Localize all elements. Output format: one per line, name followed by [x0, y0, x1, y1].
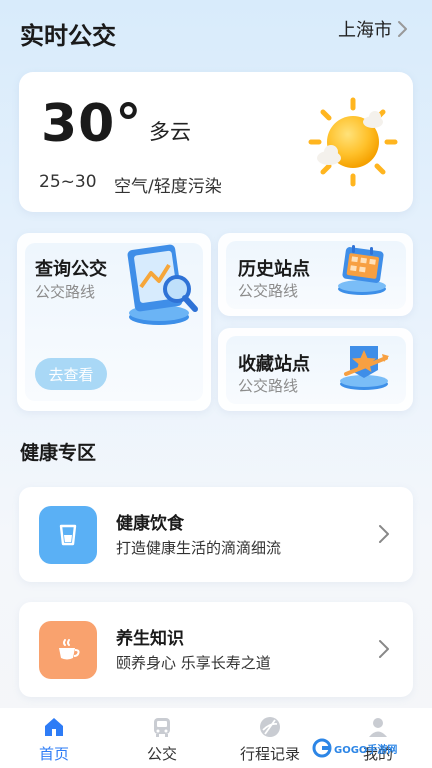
health-knowledge-card[interactable]: 养生知识 颐养身心 乐享长寿之道 — [19, 602, 413, 697]
page-title: 实时公交 — [20, 22, 116, 50]
history-stops-card[interactable]: 历史站点 公交路线 — [218, 233, 413, 316]
query-bus-card[interactable]: 查询公交 公交路线 去查看 — [17, 233, 211, 411]
tab-label: 首页 — [38, 745, 69, 763]
record-icon — [260, 717, 280, 737]
tab-trip-record[interactable]: 行程记录 — [216, 708, 324, 768]
bus-icon — [154, 718, 170, 737]
search-chart-icon — [127, 244, 198, 325]
temperature: 30° — [41, 94, 143, 154]
temperature-range: 25~30 — [39, 172, 97, 192]
card-title: 收藏站点 — [238, 354, 310, 375]
profile-icon — [369, 718, 387, 737]
card-title: 健康饮食 — [116, 514, 184, 534]
card-subtitle: 颐养身心 乐享长寿之道 — [116, 654, 271, 672]
chevron-right-icon — [398, 21, 407, 37]
weather-card: 30° 多云 25~30 空气/轻度污染 — [19, 72, 413, 212]
section-title: 健康专区 — [20, 442, 97, 464]
tab-label: 行程记录 — [239, 745, 300, 763]
home-icon — [45, 718, 63, 736]
chevron-right-icon — [379, 525, 389, 543]
card-subtitle: 公交路线 — [238, 377, 299, 395]
star-badge-icon — [340, 346, 389, 390]
chevron-right-icon — [379, 640, 389, 658]
weather-condition: 多云 — [149, 120, 191, 144]
tea-icon — [39, 621, 97, 679]
tab-bus[interactable]: 公交 — [108, 708, 216, 768]
healthy-diet-card[interactable]: 健康饮食 打造健康生活的滴滴细流 — [19, 487, 413, 582]
tab-label: 公交 — [146, 745, 177, 763]
go-view-button[interactable]: 去查看 — [35, 358, 107, 390]
card-title: 养生知识 — [116, 629, 184, 649]
partly-cloudy-icon — [308, 97, 398, 187]
card-subtitle: 公交路线 — [35, 283, 96, 301]
watermark: GOGO手游网 — [312, 737, 400, 759]
air-quality: 空气/轻度污染 — [114, 177, 222, 197]
header: 实时公交 上海市 — [0, 0, 432, 62]
tab-home[interactable]: 首页 — [0, 708, 108, 768]
cup-icon — [39, 506, 97, 564]
card-title: 查询公交 — [35, 259, 107, 280]
city-label: 上海市 — [338, 20, 392, 41]
card-subtitle: 公交路线 — [238, 282, 299, 300]
card-subtitle: 打造健康生活的滴滴细流 — [116, 539, 282, 557]
city-selector[interactable]: 上海市 — [338, 16, 410, 42]
card-title: 历史站点 — [238, 259, 310, 280]
watermark-logo-icon — [312, 738, 332, 758]
watermark-text: GOGO手游网 — [334, 744, 398, 756]
favorite-stops-card[interactable]: 收藏站点 公交路线 — [218, 328, 413, 411]
calendar-icon — [338, 245, 386, 295]
